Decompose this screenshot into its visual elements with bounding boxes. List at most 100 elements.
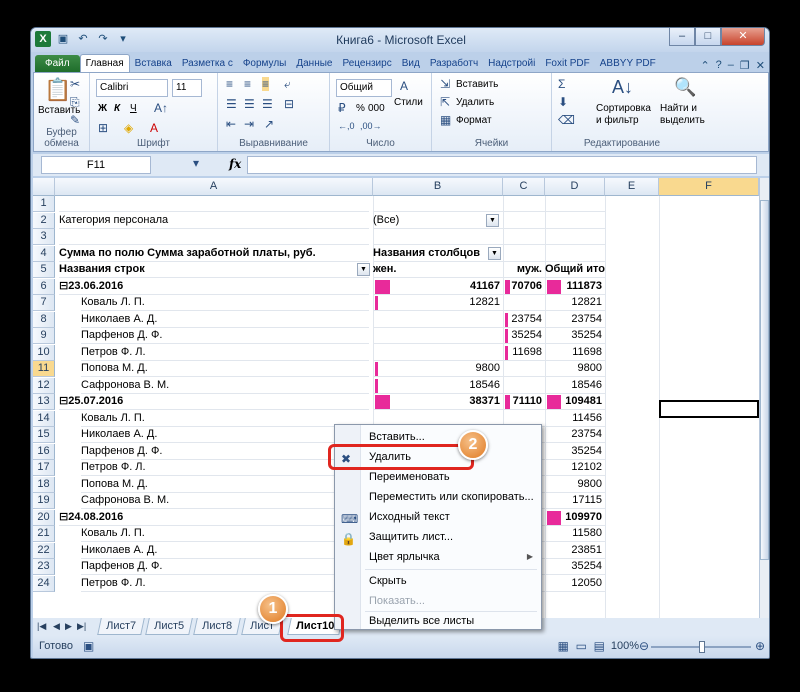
- cell-b[interactable]: [373, 196, 503, 212]
- clear-icon[interactable]: ⌫: [558, 113, 575, 127]
- italic-button[interactable]: К: [114, 103, 120, 114]
- last-sheet-icon[interactable]: ▶|: [77, 621, 86, 632]
- cell-a[interactable]: Коваль Л. П.: [81, 526, 369, 542]
- column-labels-dropdown-icon[interactable]: ▼: [488, 246, 501, 260]
- cell-b[interactable]: 9800: [373, 361, 503, 377]
- cell-a[interactable]: Сумма по полю Сумма заработной платы, ру…: [59, 246, 369, 262]
- cell-d[interactable]: 23754: [545, 427, 605, 443]
- column-header-b[interactable]: B: [373, 178, 503, 196]
- tab-insert[interactable]: Вставка: [130, 55, 177, 72]
- cell-a[interactable]: [59, 196, 369, 212]
- page-filter-dropdown-icon[interactable]: ▼: [486, 213, 499, 227]
- menu-item-select-all-sheets[interactable]: Выделить все листы: [335, 611, 541, 631]
- align-middle-icon[interactable]: ≡: [244, 77, 251, 91]
- cell-a[interactable]: Петров Ф. Л.: [81, 345, 369, 361]
- cell-d[interactable]: 23851: [545, 543, 605, 559]
- cell-b[interactable]: жен.: [373, 262, 503, 278]
- cell-d[interactable]: Общий итог: [545, 262, 605, 278]
- zoom-out-icon[interactable]: ⊖: [639, 639, 649, 653]
- row-header[interactable]: 14: [33, 410, 55, 427]
- bold-button[interactable]: Ж: [98, 103, 107, 114]
- tab-file[interactable]: Файл: [35, 55, 80, 72]
- cell-c[interactable]: [503, 196, 545, 212]
- cell-c[interactable]: 70706: [503, 279, 545, 295]
- column-header-f[interactable]: F: [659, 178, 759, 196]
- borders-icon[interactable]: ⊞: [98, 121, 108, 135]
- thousands-button[interactable]: 000: [368, 103, 385, 114]
- cell-a[interactable]: Парфенов Д. Ф.: [81, 444, 369, 460]
- row-header[interactable]: 15: [33, 427, 55, 443]
- cell-a[interactable]: Попова М. Д.: [81, 361, 369, 377]
- font-size-combo[interactable]: 11: [172, 79, 202, 97]
- sort-filter-button[interactable]: Сортировка: [596, 103, 651, 114]
- menu-item-hide[interactable]: Скрыть: [335, 571, 541, 591]
- row-header[interactable]: 21: [33, 526, 55, 542]
- number-format-combo[interactable]: Общий: [336, 79, 392, 97]
- decrease-indent-icon[interactable]: ⇤: [226, 117, 236, 131]
- cell-c[interactable]: [503, 361, 545, 377]
- row-header[interactable]: 18: [33, 476, 55, 493]
- row-header[interactable]: 13: [33, 394, 55, 410]
- cell-a[interactable]: Названия строк: [59, 262, 369, 278]
- cell-a[interactable]: Парфенов Д. Ф.: [81, 559, 369, 575]
- cell-d[interactable]: 35254: [545, 559, 605, 575]
- copy-icon[interactable]: ⎘: [70, 95, 80, 110]
- active-cell-f11[interactable]: [659, 400, 759, 418]
- cell-d[interactable]: [545, 246, 605, 262]
- row-header[interactable]: 23: [33, 559, 55, 575]
- sheet-tab-list5[interactable]: Лист5: [145, 618, 193, 635]
- cell-c[interactable]: 23754: [503, 312, 545, 328]
- row-header[interactable]: 8: [33, 311, 55, 328]
- tab-data[interactable]: Данные: [291, 55, 337, 72]
- row-header[interactable]: 22: [33, 542, 55, 559]
- cell-c[interactable]: [503, 213, 545, 229]
- cell-d[interactable]: 12821: [545, 295, 605, 311]
- cell-b[interactable]: 38371: [373, 394, 503, 410]
- menu-item-protect-sheet[interactable]: 🔒 Защитить лист...: [335, 527, 541, 547]
- next-sheet-icon[interactable]: ▶: [65, 621, 72, 632]
- row-header[interactable]: 7: [33, 295, 55, 311]
- scrollbar-thumb[interactable]: [760, 200, 769, 560]
- cell-d[interactable]: 18546: [545, 378, 605, 394]
- column-header-a[interactable]: A: [55, 178, 373, 196]
- cell-a[interactable]: Коваль Л. П.: [81, 411, 369, 427]
- cell-d[interactable]: 11698: [545, 345, 605, 361]
- cell-c[interactable]: [503, 246, 545, 262]
- sheet-tab-list7[interactable]: Лист7: [97, 618, 145, 635]
- row-header[interactable]: 3: [33, 229, 55, 245]
- cell-b[interactable]: [373, 328, 503, 344]
- select-all-corner[interactable]: [33, 178, 55, 196]
- page-break-view-icon[interactable]: ▤: [594, 639, 605, 653]
- normal-view-icon[interactable]: ▦: [558, 639, 569, 653]
- tab-formulas[interactable]: Формулы: [238, 55, 292, 72]
- tab-home[interactable]: Главная: [79, 54, 130, 72]
- cell-a[interactable]: Петров Ф. Л.: [81, 576, 369, 592]
- vertical-scrollbar[interactable]: [759, 178, 769, 618]
- zoom-slider[interactable]: [651, 641, 751, 653]
- close-icon[interactable]: ✕: [721, 28, 765, 46]
- prev-sheet-icon[interactable]: ◀: [53, 621, 60, 632]
- align-center-icon[interactable]: ☰: [244, 97, 255, 111]
- collapse-ribbon-icon[interactable]: ⌃: [700, 59, 709, 72]
- cell-b[interactable]: (Все): [373, 213, 503, 229]
- menu-item-rename[interactable]: Переименовать: [335, 467, 541, 487]
- align-top-icon[interactable]: ≡: [226, 77, 233, 91]
- increase-indent-icon[interactable]: ⇥: [244, 117, 254, 131]
- insert-cells-icon[interactable]: ⇲: [440, 77, 450, 91]
- styles-button[interactable]: Стили: [394, 97, 423, 108]
- maximize-icon[interactable]: □: [695, 28, 721, 46]
- minimize-icon[interactable]: –: [669, 28, 695, 46]
- delete-cells-icon[interactable]: ⇱: [440, 95, 450, 109]
- row-header[interactable]: 11: [33, 361, 55, 377]
- cell-a[interactable]: Попова М. Д.: [81, 477, 369, 493]
- zoom-slider-knob[interactable]: [699, 641, 705, 653]
- cell-c[interactable]: [503, 378, 545, 394]
- cell-a[interactable]: Категория персонала: [59, 213, 369, 229]
- cell-c[interactable]: 11698: [503, 345, 545, 361]
- cell-c[interactable]: [503, 229, 545, 245]
- cell-c[interactable]: [503, 295, 545, 311]
- cell-d[interactable]: 109481: [545, 394, 605, 410]
- cell-b[interactable]: Названия столбцов: [373, 246, 503, 262]
- cell-d[interactable]: 11580: [545, 526, 605, 542]
- fill-color-icon[interactable]: ◈: [124, 121, 133, 135]
